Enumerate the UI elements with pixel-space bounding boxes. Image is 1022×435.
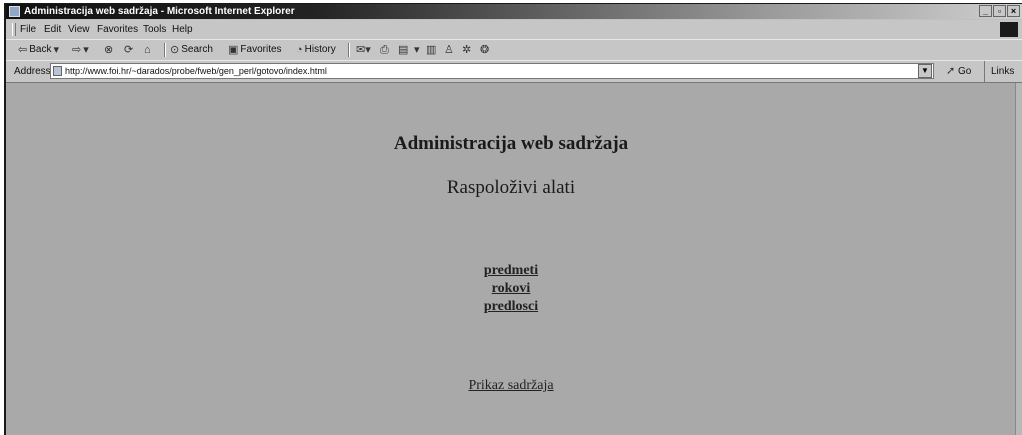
back-label: Back bbox=[29, 44, 52, 55]
chevron-down-icon: ▾ bbox=[83, 44, 89, 56]
toolbar-separator bbox=[164, 43, 166, 57]
menu-tools[interactable]: Tools bbox=[143, 20, 166, 39]
messenger-icon[interactable]: ♙ bbox=[444, 40, 454, 60]
search-icon: ⊙ bbox=[170, 44, 180, 56]
stop-icon[interactable]: ⊗ bbox=[104, 40, 113, 60]
mail-icon[interactable]: ✉▾ bbox=[356, 40, 371, 60]
minimize-button[interactable]: _ bbox=[979, 5, 992, 17]
menu-view[interactable]: View bbox=[68, 20, 90, 39]
browser-window: Administracija web sadržaja - Microsoft … bbox=[4, 3, 1022, 435]
history-button[interactable]: ◔ History bbox=[296, 40, 336, 60]
address-label: Address bbox=[14, 66, 51, 77]
menu-edit[interactable]: Edit bbox=[44, 20, 61, 39]
link-prikaz-sadrzaja[interactable]: Prikaz sadržaja bbox=[6, 378, 1016, 394]
forward-button[interactable]: ⇨ ▾ bbox=[72, 40, 89, 60]
go-label: Go bbox=[958, 66, 972, 77]
back-button[interactable]: ⇦ Back ▾ bbox=[18, 40, 59, 60]
search-button[interactable]: ⊙ Search bbox=[170, 40, 213, 60]
windows-logo-icon bbox=[1000, 22, 1018, 37]
page-icon bbox=[53, 66, 62, 76]
page-content: Administracija web sadržaja Raspoloživi … bbox=[6, 83, 1022, 435]
related-icon[interactable]: ✲ bbox=[462, 40, 471, 60]
refresh-icon[interactable]: ⟳ bbox=[124, 40, 133, 60]
ie-app-icon bbox=[9, 6, 20, 17]
link-rokovi[interactable]: rokovi bbox=[6, 281, 1016, 297]
history-label: History bbox=[304, 44, 336, 55]
window-controls: _ ▫ × bbox=[979, 5, 1020, 17]
chevron-down-icon[interactable]: ▾ bbox=[414, 40, 420, 60]
vertical-scrollbar[interactable] bbox=[1015, 83, 1022, 435]
edit-icon[interactable]: ▤ bbox=[398, 40, 408, 60]
standard-toolbar: ⇦ Back ▾ ⇨ ▾ ⊗ ⟳ ⌂ ⊙ Search ▣ Favorites … bbox=[6, 40, 1022, 61]
address-dropdown-button[interactable]: ▼ bbox=[918, 64, 932, 78]
home-icon[interactable]: ⌂ bbox=[144, 40, 151, 60]
window-title: Administracija web sadržaja - Microsoft … bbox=[24, 6, 295, 17]
search-label: Search bbox=[181, 44, 213, 55]
toolbar-separator bbox=[348, 43, 350, 57]
print-icon[interactable]: ⎙ bbox=[380, 40, 389, 60]
menu-favorites[interactable]: Favorites bbox=[97, 20, 138, 39]
address-url: http://www.foi.hr/~darados/probe/fweb/ge… bbox=[65, 66, 327, 76]
title-bar: Administracija web sadržaja - Microsoft … bbox=[6, 4, 1022, 19]
go-arrow-icon: ➚ bbox=[946, 65, 956, 77]
close-button[interactable]: × bbox=[1007, 5, 1020, 17]
maximize-button[interactable]: ▫ bbox=[993, 5, 1006, 17]
menu-file[interactable]: File bbox=[20, 20, 36, 39]
favorites-folder-icon: ▣ bbox=[228, 44, 239, 56]
menu-help[interactable]: Help bbox=[172, 20, 193, 39]
favorites-label: Favorites bbox=[240, 44, 282, 55]
link-predlosci[interactable]: predlosci bbox=[6, 299, 1016, 315]
page-heading: Administracija web sadržaja bbox=[393, 133, 629, 154]
back-arrow-icon: ⇦ bbox=[18, 44, 28, 56]
menu-bar: File Edit View Favorites Tools Help bbox=[6, 20, 1022, 40]
link-predmeti[interactable]: predmeti bbox=[6, 263, 1016, 279]
favorites-button[interactable]: ▣ Favorites bbox=[228, 40, 282, 60]
address-input[interactable]: http://www.foi.hr/~darados/probe/fweb/ge… bbox=[50, 63, 934, 79]
discuss-icon[interactable]: ▥ bbox=[426, 40, 436, 60]
chevron-down-icon: ▾ bbox=[53, 44, 59, 56]
forward-arrow-icon: ⇨ bbox=[72, 44, 82, 56]
links-toolbar-button[interactable]: Links bbox=[984, 61, 1014, 82]
media-icon[interactable]: ❂ bbox=[480, 40, 489, 60]
menu-grip bbox=[12, 23, 16, 36]
address-bar: Address http://www.foi.hr/~darados/probe… bbox=[6, 61, 1022, 83]
history-icon: ◔ bbox=[296, 44, 303, 56]
page-subheading: Raspoloživi alati bbox=[446, 177, 576, 198]
go-button[interactable]: ➚ Go bbox=[946, 61, 971, 82]
